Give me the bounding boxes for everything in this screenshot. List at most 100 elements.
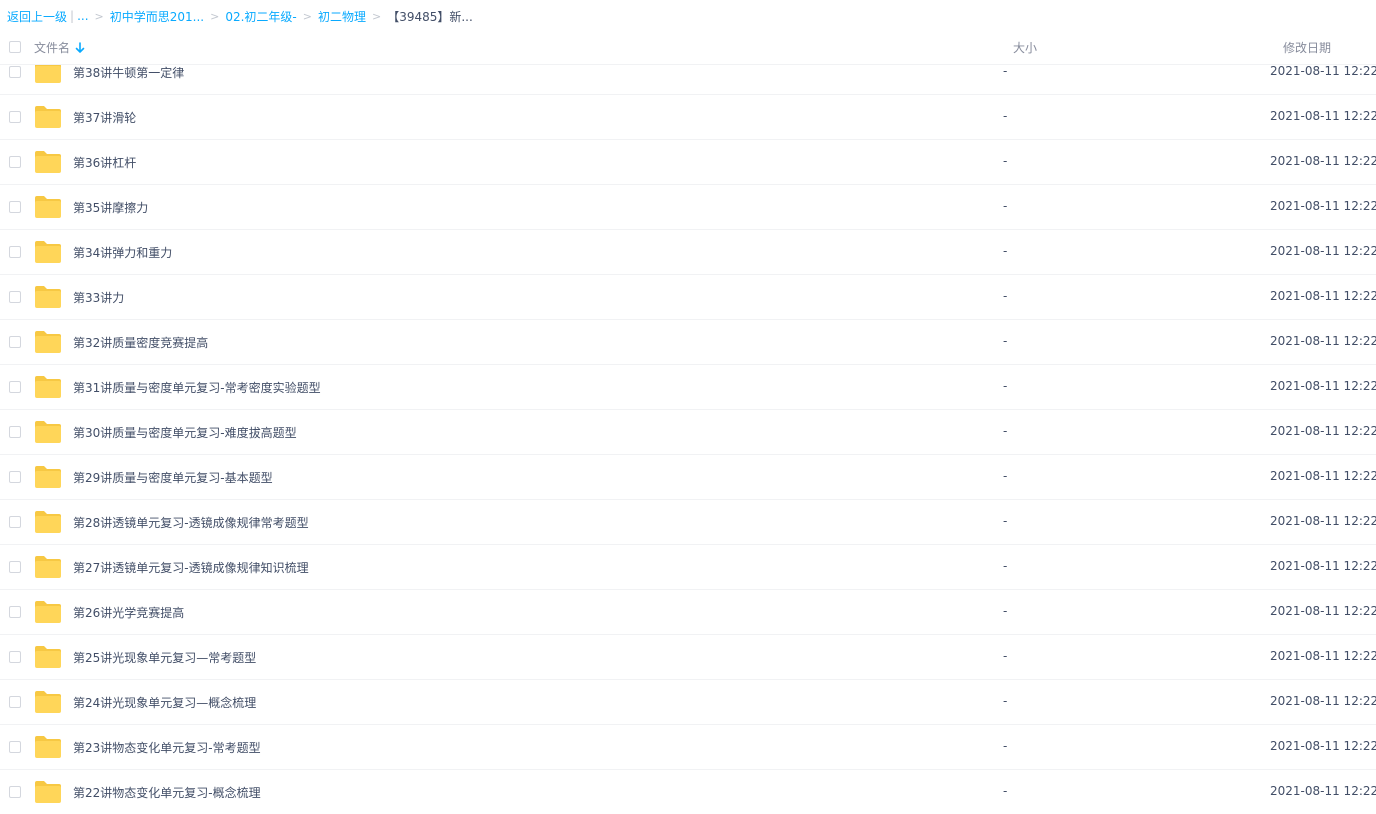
file-date: 2021-08-11 12:22 [1270, 469, 1376, 483]
file-name[interactable]: 第37讲滑轮 [73, 109, 136, 126]
file-name[interactable]: 第24讲光现象单元复习—概念梳理 [73, 694, 256, 711]
select-all-checkbox[interactable] [9, 41, 21, 53]
table-row[interactable]: 第26讲光学竞赛提高 - 2021-08-11 12:22 [0, 590, 1376, 635]
file-name[interactable]: 第34讲弹力和重力 [73, 244, 172, 261]
row-checkbox[interactable] [9, 336, 21, 348]
table-row[interactable]: 第22讲物态变化单元复习-概念梳理 - 2021-08-11 12:22 [0, 770, 1376, 814]
back-link[interactable]: 返回上一级 [7, 8, 67, 25]
row-checkbox[interactable] [9, 606, 21, 618]
file-date: 2021-08-11 12:22 [1270, 559, 1376, 573]
row-checkbox[interactable] [9, 246, 21, 258]
file-size: - [1003, 784, 1008, 798]
file-size: - [1003, 694, 1008, 708]
file-size: - [1003, 289, 1008, 303]
table-row[interactable]: 第32讲质量密度竞赛提高 - 2021-08-11 12:22 [0, 320, 1376, 365]
table-row[interactable]: 第35讲摩擦力 - 2021-08-11 12:22 [0, 185, 1376, 230]
file-name[interactable]: 第32讲质量密度竞赛提高 [73, 334, 208, 351]
file-size: - [1003, 469, 1008, 483]
table-row[interactable]: 第29讲质量与密度单元复习-基本题型 - 2021-08-11 12:22 [0, 455, 1376, 500]
row-checkbox[interactable] [9, 156, 21, 168]
breadcrumb-item[interactable]: 初二物理 [318, 8, 366, 25]
folder-icon[interactable] [34, 375, 62, 399]
table-row[interactable]: 第23讲物态变化单元复习-常考题型 - 2021-08-11 12:22 [0, 725, 1376, 770]
breadcrumb-item[interactable]: 02.初二年级- [225, 8, 296, 25]
folder-icon[interactable] [34, 105, 62, 129]
file-size: - [1003, 559, 1008, 573]
column-header-date[interactable]: 修改日期 [1283, 39, 1331, 56]
breadcrumb-ellipsis[interactable]: ... [77, 9, 88, 23]
file-name[interactable]: 第29讲质量与密度单元复习-基本题型 [73, 469, 273, 486]
folder-icon[interactable] [34, 420, 62, 444]
folder-icon[interactable] [34, 555, 62, 579]
column-header-name[interactable]: 文件名 [34, 39, 85, 56]
breadcrumb: 返回上一级 | ... > 初中学而思201... > 02.初二年级- > 初… [7, 7, 473, 25]
row-checkbox[interactable] [9, 66, 21, 78]
folder-icon[interactable] [34, 510, 62, 534]
file-size: - [1003, 739, 1008, 753]
file-size: - [1003, 64, 1008, 78]
chevron-right-icon: > [302, 9, 312, 23]
column-header-name-label: 文件名 [34, 41, 71, 55]
table-row[interactable]: 第33讲力 - 2021-08-11 12:22 [0, 275, 1376, 320]
folder-icon[interactable] [34, 600, 62, 624]
file-name[interactable]: 第36讲杠杆 [73, 154, 136, 171]
file-date: 2021-08-11 12:22 [1270, 64, 1376, 78]
column-header-size[interactable]: 大小 [1013, 39, 1037, 56]
breadcrumb-item[interactable]: 初中学而思201... [110, 8, 204, 25]
file-date: 2021-08-11 12:22 [1270, 109, 1376, 123]
folder-icon[interactable] [34, 150, 62, 174]
file-name[interactable]: 第33讲力 [73, 289, 124, 306]
row-checkbox[interactable] [9, 561, 21, 573]
table-row[interactable]: 第31讲质量与密度单元复习-常考密度实验题型 - 2021-08-11 12:22 [0, 365, 1376, 410]
table-row[interactable]: 第27讲透镜单元复习-透镜成像规律知识梳理 - 2021-08-11 12:22 [0, 545, 1376, 590]
table-row[interactable]: 第28讲透镜单元复习-透镜成像规律常考题型 - 2021-08-11 12:22 [0, 500, 1376, 545]
file-date: 2021-08-11 12:22 [1270, 739, 1376, 753]
table-row[interactable]: 第25讲光现象单元复习—常考题型 - 2021-08-11 12:22 [0, 635, 1376, 680]
folder-icon[interactable] [34, 690, 62, 714]
folder-icon[interactable] [34, 285, 62, 309]
row-checkbox[interactable] [9, 111, 21, 123]
file-browser: 返回上一级 | ... > 初中学而思201... > 02.初二年级- > 初… [0, 0, 1376, 814]
file-size: - [1003, 604, 1008, 618]
file-date: 2021-08-11 12:22 [1270, 694, 1376, 708]
file-date: 2021-08-11 12:22 [1270, 244, 1376, 258]
table-row[interactable]: 第37讲滑轮 - 2021-08-11 12:22 [0, 95, 1376, 140]
folder-icon[interactable] [34, 465, 62, 489]
table-row[interactable]: 第36讲杠杆 - 2021-08-11 12:22 [0, 140, 1376, 185]
file-date: 2021-08-11 12:22 [1270, 784, 1376, 798]
file-name[interactable]: 第38讲牛顿第一定律 [73, 64, 184, 81]
folder-icon[interactable] [34, 195, 62, 219]
row-checkbox[interactable] [9, 291, 21, 303]
file-name[interactable]: 第25讲光现象单元复习—常考题型 [73, 649, 256, 666]
row-checkbox[interactable] [9, 381, 21, 393]
file-size: - [1003, 379, 1008, 393]
file-name[interactable]: 第26讲光学竞赛提高 [73, 604, 184, 621]
file-size: - [1003, 154, 1008, 168]
arrow-down-icon[interactable] [75, 41, 85, 54]
file-name[interactable]: 第35讲摩擦力 [73, 199, 148, 216]
file-name[interactable]: 第28讲透镜单元复习-透镜成像规律常考题型 [73, 514, 309, 531]
row-checkbox[interactable] [9, 471, 21, 483]
table-row[interactable]: 第24讲光现象单元复习—概念梳理 - 2021-08-11 12:22 [0, 680, 1376, 725]
row-checkbox[interactable] [9, 426, 21, 438]
file-name[interactable]: 第30讲质量与密度单元复习-难度拔高题型 [73, 424, 297, 441]
file-name[interactable]: 第23讲物态变化单元复习-常考题型 [73, 739, 261, 756]
folder-icon[interactable] [34, 735, 62, 759]
file-name[interactable]: 第22讲物态变化单元复习-概念梳理 [73, 784, 261, 801]
table-row[interactable]: 第30讲质量与密度单元复习-难度拔高题型 - 2021-08-11 12:22 [0, 410, 1376, 455]
row-checkbox[interactable] [9, 651, 21, 663]
file-size: - [1003, 199, 1008, 213]
row-checkbox[interactable] [9, 516, 21, 528]
file-name[interactable]: 第27讲透镜单元复习-透镜成像规律知识梳理 [73, 559, 309, 576]
folder-icon[interactable] [34, 645, 62, 669]
row-checkbox[interactable] [9, 786, 21, 798]
folder-icon[interactable] [34, 240, 62, 264]
row-checkbox[interactable] [9, 741, 21, 753]
table-row[interactable]: 第34讲弹力和重力 - 2021-08-11 12:22 [0, 230, 1376, 275]
row-checkbox[interactable] [9, 201, 21, 213]
row-checkbox[interactable] [9, 696, 21, 708]
file-date: 2021-08-11 12:22 [1270, 199, 1376, 213]
folder-icon[interactable] [34, 330, 62, 354]
file-name[interactable]: 第31讲质量与密度单元复习-常考密度实验题型 [73, 379, 321, 396]
folder-icon[interactable] [34, 780, 62, 804]
